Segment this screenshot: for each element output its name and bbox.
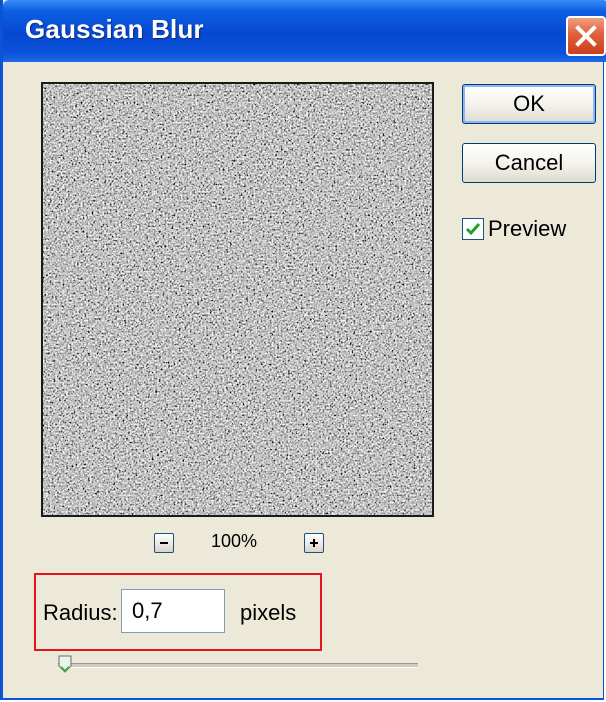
close-icon: [575, 25, 597, 47]
zoom-in-button[interactable]: [304, 533, 324, 553]
dialog-title: Gaussian Blur: [25, 14, 204, 44]
preview-checkbox-row[interactable]: Preview: [462, 216, 566, 242]
close-button[interactable]: [566, 16, 606, 56]
zoom-out-button[interactable]: [154, 533, 174, 553]
title-bar[interactable]: Gaussian Blur: [3, 0, 606, 62]
zoom-level: 100%: [211, 531, 258, 551]
gaussian-blur-dialog: Gaussian Blur OK Cancel Preview 100% Rad…: [0, 0, 606, 700]
radius-input[interactable]: [121, 589, 225, 633]
ok-button[interactable]: OK: [462, 84, 596, 124]
slider-thumb-icon[interactable]: [58, 655, 72, 673]
preview-canvas[interactable]: [41, 82, 434, 517]
cancel-button[interactable]: Cancel: [462, 143, 596, 183]
plus-icon: [310, 539, 318, 547]
minus-icon: [160, 542, 168, 544]
check-icon: [465, 223, 481, 236]
noise-preview-image: [43, 84, 432, 515]
radius-label: Radius:: [43, 600, 118, 625]
radius-slider-track[interactable]: [58, 663, 418, 668]
preview-checkbox[interactable]: [462, 218, 484, 240]
radius-unit-label: pixels: [240, 600, 297, 625]
preview-label: Preview: [488, 216, 567, 241]
